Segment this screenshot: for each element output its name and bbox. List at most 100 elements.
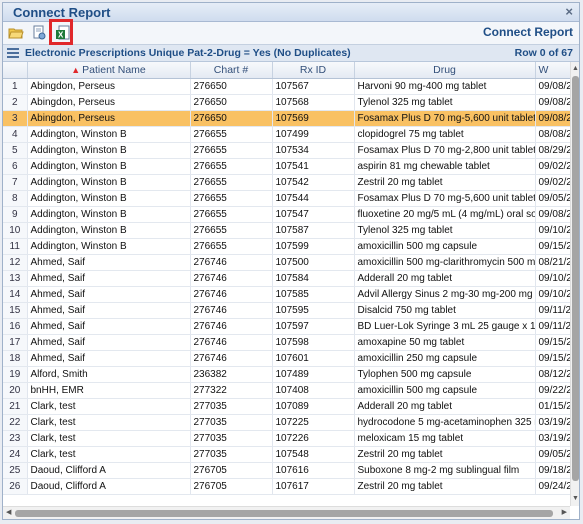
rx-id-cell: 107548 (272, 446, 355, 463)
w-cell: 08/21/2 (535, 254, 570, 271)
patient-name-cell: Ahmed, Saif (27, 270, 191, 287)
table-row[interactable]: 1 Abingdon, Perseus 276650 107567 Harvoni 90… (3, 78, 570, 95)
drug-cell: Zestril 20 mg tablet (354, 478, 536, 495)
table-row[interactable]: 4 Addington, Winston B 276655 107499 clopido… (3, 126, 570, 143)
w-cell: 09/02/2 (535, 158, 570, 175)
table-row[interactable]: 6 Addington, Winston B 276655 107541 aspirin… (3, 158, 570, 175)
table-row[interactable]: 9 Addington, Winston B 276655 107547 fluoxet… (3, 206, 570, 223)
chart-number-cell: 276650 (190, 78, 273, 95)
drug-cell: Tylenol 325 mg tablet (354, 222, 536, 239)
w-cell: 09/15/2 (535, 350, 570, 367)
rx-id-cell: 107599 (272, 238, 355, 255)
table-row[interactable]: 20 bnHH, EMR 277322 107408 amoxicillin 500 m… (3, 382, 570, 399)
table-row[interactable]: 16 Ahmed, Saif 276746 107597 BD Luer-Lok Syr… (3, 318, 570, 335)
rx-id-cell: 107089 (272, 398, 355, 415)
chart-number-cell: 276655 (190, 158, 273, 175)
rx-id-cell: 107567 (272, 78, 355, 95)
report-title: Connect Report (483, 25, 573, 39)
table-row[interactable]: 14 Ahmed, Saif 276746 107585 Advil Allergy S… (3, 286, 570, 303)
table-row[interactable]: 22 Clark, test 277035 107225 hydrocodone 5 m… (3, 414, 570, 431)
patient-name-cell: Clark, test (27, 398, 191, 415)
chart-number-cell: 276655 (190, 238, 273, 255)
page-setup-icon[interactable] (30, 24, 48, 42)
patient-name-cell: Ahmed, Saif (27, 254, 191, 271)
rx-id-cell: 107489 (272, 366, 355, 383)
rx-id-cell: 107544 (272, 190, 355, 207)
table-row[interactable]: 23 Clark, test 277035 107226 meloxicam 15 mg… (3, 430, 570, 447)
table-row[interactable]: 5 Addington, Winston B 276655 107534 Fosamax… (3, 142, 570, 159)
table-row[interactable]: 7 Addington, Winston B 276655 107542 Zestril… (3, 174, 570, 191)
table-row[interactable]: 13 Ahmed, Saif 276746 107584 Adderall 20 mg … (3, 270, 570, 287)
horizontal-scrollbar[interactable]: ◀ ▶ (3, 506, 570, 519)
chart-number-cell: 277035 (190, 398, 273, 415)
w-cell: 09/10/2 (535, 222, 570, 239)
patient-name-cell: Clark, test (27, 414, 191, 431)
rx-id-cell: 107568 (272, 94, 355, 111)
scroll-up-icon[interactable]: ▲ (571, 64, 579, 74)
export-excel-icon[interactable]: X (49, 19, 73, 45)
table-row[interactable]: 24 Clark, test 277035 107548 Zestril 20 mg t… (3, 446, 570, 463)
w-cell: 09/10/2 (535, 270, 570, 287)
chart-number-cell: 277322 (190, 382, 273, 399)
w-cell: 09/15/2 (535, 238, 570, 255)
table-row[interactable]: 2 Abingdon, Perseus 276650 107568 Tylenol 32… (3, 94, 570, 111)
patient-name-cell: Ahmed, Saif (27, 286, 191, 303)
table-row[interactable]: 21 Clark, test 277035 107089 Adderall 20 mg … (3, 398, 570, 415)
table-row[interactable]: 17 Ahmed, Saif 276746 107598 amoxapine 50 mg… (3, 334, 570, 351)
window-titlebar[interactable]: Connect Report × (3, 3, 579, 22)
drug-cell: amoxicillin 500 mg capsule (354, 382, 536, 399)
drug-cell: amoxapine 50 mg tablet (354, 334, 536, 351)
row-number: 23 (3, 430, 28, 447)
column-header-rx-id[interactable]: Rx ID (272, 62, 355, 79)
column-header-chart[interactable]: Chart # (190, 62, 273, 79)
vertical-scrollbar[interactable]: ▲ ▼ (570, 62, 579, 506)
scroll-right-icon[interactable]: ▶ (562, 508, 567, 516)
close-icon[interactable]: × (565, 4, 573, 19)
horizontal-scroll-thumb[interactable] (15, 510, 553, 517)
scroll-left-icon[interactable]: ◀ (6, 508, 11, 516)
row-number: 24 (3, 446, 28, 463)
rx-id-cell: 107226 (272, 430, 355, 447)
open-folder-icon[interactable] (7, 24, 25, 42)
vertical-scroll-thumb[interactable] (572, 76, 579, 481)
menu-icon[interactable] (7, 48, 19, 58)
drug-cell: amoxicillin 500 mg-clarithromycin 500 mg… (354, 254, 536, 271)
drug-cell: Harvoni 90 mg-400 mg tablet (354, 78, 536, 95)
table-row[interactable]: 8 Addington, Winston B 276655 107544 Fosamax… (3, 190, 570, 207)
connect-report-window: Connect Report × X Connect Report Electr… (2, 2, 580, 520)
column-header-patient-name[interactable]: ▲ Patient Name (27, 62, 191, 79)
row-number-header (3, 62, 28, 79)
column-header-w[interactable]: W (535, 62, 570, 79)
w-cell: 08/29/2 (535, 142, 570, 159)
w-cell: 09/08/2 (535, 78, 570, 95)
rx-id-cell: 107585 (272, 286, 355, 303)
scroll-down-icon[interactable]: ▼ (571, 494, 579, 504)
chart-number-cell: 276650 (190, 94, 273, 111)
patient-name-cell: Alford, Smith (27, 366, 191, 383)
drug-cell: Zestril 20 mg tablet (354, 446, 536, 463)
row-number: 26 (3, 478, 28, 495)
grid-header-row: ▲ Patient Name Chart # Rx ID Drug W (3, 62, 570, 79)
chart-number-cell: 276655 (190, 206, 273, 223)
table-row[interactable]: 11 Addington, Winston B 276655 107599 amoxic… (3, 238, 570, 255)
filter-description: Electronic Prescriptions Unique Pat-2-Dr… (25, 47, 351, 59)
patient-name-cell: Addington, Winston B (27, 190, 191, 207)
row-number: 20 (3, 382, 28, 399)
w-cell: 03/19/2 (535, 430, 570, 447)
patient-name-cell: Addington, Winston B (27, 222, 191, 239)
rx-id-cell: 107534 (272, 142, 355, 159)
drug-cell: BD Luer-Lok Syringe 3 mL 25 gauge x 1" (354, 318, 536, 335)
chart-number-cell: 276655 (190, 126, 273, 143)
table-row[interactable]: 25 Daoud, Clifford A 276705 107616 Suboxone … (3, 462, 570, 479)
table-row[interactable]: 26 Daoud, Clifford A 276705 107617 Zestril 2… (3, 478, 570, 495)
table-row[interactable]: 3 Abingdon, Perseus 276650 107569 Fosamax Pl… (3, 110, 570, 127)
table-row[interactable]: 12 Ahmed, Saif 276746 107500 amoxicillin 500… (3, 254, 570, 271)
w-cell: 08/08/2 (535, 126, 570, 143)
column-header-drug[interactable]: Drug (354, 62, 536, 79)
table-row[interactable]: 10 Addington, Winston B 276655 107587 Tyleno… (3, 222, 570, 239)
table-row[interactable]: 15 Ahmed, Saif 276746 107595 Disalcid 750 mg… (3, 302, 570, 319)
table-row[interactable]: 18 Ahmed, Saif 276746 107601 amoxicillin 250… (3, 350, 570, 367)
table-row[interactable]: 19 Alford, Smith 236382 107489 Tylophen 500 … (3, 366, 570, 383)
chart-number-cell: 277035 (190, 414, 273, 431)
rx-id-cell: 107587 (272, 222, 355, 239)
